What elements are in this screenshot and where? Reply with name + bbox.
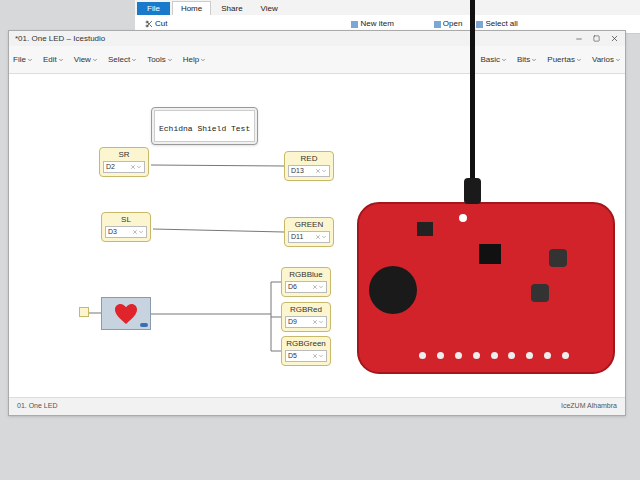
menu-item[interactable]: Edit <box>43 54 64 66</box>
board-photo <box>357 202 615 374</box>
dropdown-icon <box>92 57 98 63</box>
dropdown-icon <box>131 57 137 63</box>
dropdown-icon[interactable] <box>318 319 324 325</box>
dropdown-icon[interactable] <box>321 234 327 240</box>
pin-value: D5 <box>288 351 297 361</box>
dropdown-icon[interactable] <box>136 164 142 170</box>
window-title: *01. One LED – Icestudio <box>15 33 105 45</box>
usb-plug <box>464 178 481 204</box>
explorer-ribbon: FileHomeShareView Cut New item Open Select a… <box>135 0 640 34</box>
pin-select[interactable]: D13 <box>288 165 330 177</box>
clear-icon[interactable] <box>312 319 318 325</box>
pin-label: SL <box>121 215 131 225</box>
pin-value: D11 <box>291 232 303 242</box>
design-canvas[interactable]: Echidna Shield Test SRD2 SL D3 RED D13 GREEN D1… <box>9 74 625 397</box>
block-menu-item[interactable]: Bits <box>517 54 537 66</box>
dropdown-icon <box>167 57 173 63</box>
status-left: 01. One LED <box>17 401 57 412</box>
pin-value: D13 <box>291 166 304 176</box>
pin-label: RGBBlue <box>289 270 322 280</box>
menu-item[interactable]: View <box>74 54 98 66</box>
clear-icon[interactable] <box>315 234 321 240</box>
clear-icon[interactable] <box>315 168 321 174</box>
menu-item[interactable]: Tools <box>147 54 173 66</box>
menu-item[interactable]: File <box>13 54 33 66</box>
pin-value: D6 <box>288 282 297 292</box>
input-pin[interactable]: SRD2 <box>99 147 149 177</box>
dropdown-icon <box>615 57 621 63</box>
output-pin[interactable]: RGBBlue D6 <box>281 267 331 297</box>
dropdown-icon[interactable] <box>318 284 324 290</box>
dropdown-icon[interactable] <box>138 229 144 235</box>
menu-bar: File Edit View Select Tools Help Basic Bits Puer… <box>9 46 625 74</box>
pin-select[interactable]: D11 <box>288 231 330 243</box>
screen: FileHomeShareViewCutNew itemOpenSelect a… <box>0 0 640 480</box>
dropdown-icon <box>501 57 507 63</box>
comment-block[interactable]: Echidna Shield Test <box>151 107 258 145</box>
block-menu-item[interactable]: Puertas <box>547 54 582 66</box>
input-wire <box>89 311 101 315</box>
ribbon-command[interactable]: Cut <box>145 18 167 30</box>
output-pin[interactable]: RED D13 <box>284 151 334 181</box>
status-right: IceZUM Alhambra <box>561 401 617 412</box>
pin-label: RGBGreen <box>286 339 326 349</box>
block-menu-item[interactable]: Basic <box>480 54 507 66</box>
cut-icon <box>145 20 153 28</box>
close-icon[interactable] <box>610 34 619 43</box>
pin-value: D3 <box>108 227 117 237</box>
clear-icon[interactable] <box>312 284 318 290</box>
pin-label: RGBRed <box>290 305 322 315</box>
pin-label: RED <box>301 154 318 164</box>
pin-select[interactable]: D3 <box>105 226 147 238</box>
command-icon <box>476 21 483 28</box>
dropdown-icon <box>58 57 64 63</box>
pin-select[interactable]: D2 <box>103 161 145 173</box>
ribbon-tab[interactable]: Share <box>213 2 250 15</box>
pin-label: GREEN <box>295 220 323 230</box>
input-pin[interactable]: SL D3 <box>101 212 151 242</box>
output-pin[interactable]: RGBGreen D5 <box>281 336 331 366</box>
output-pin[interactable]: GREEN D11 <box>284 217 334 247</box>
pin-value: D9 <box>288 317 297 327</box>
usb-cable <box>470 0 475 190</box>
block-tag-icon <box>140 323 148 327</box>
pin-value: D2 <box>106 162 115 172</box>
block-menu-item[interactable]: Varios <box>592 54 621 66</box>
clear-icon[interactable] <box>132 229 138 235</box>
ribbon-tabs: FileHomeShareView <box>135 0 640 15</box>
ribbon-tab[interactable]: File <box>137 2 170 15</box>
maximize-icon[interactable] <box>593 35 600 42</box>
menu-item[interactable]: Select <box>108 54 137 66</box>
ribbon-command[interactable]: Select all <box>476 18 517 30</box>
ribbon-tab[interactable]: View <box>253 2 286 15</box>
minimize-icon[interactable] <box>575 35 583 43</box>
ribbon-command[interactable]: Open <box>434 18 463 30</box>
pin-select[interactable]: D5 <box>285 350 327 362</box>
pin-label: SR <box>118 150 129 160</box>
pin-select[interactable]: D9 <box>285 316 327 328</box>
clear-icon[interactable] <box>312 353 318 359</box>
dropdown-icon <box>27 57 33 63</box>
menu-item[interactable]: Help <box>183 54 206 66</box>
dropdown-icon <box>531 57 537 63</box>
ribbon-command[interactable]: New item <box>351 18 393 30</box>
dropdown-icon[interactable] <box>318 353 324 359</box>
output-pin[interactable]: RGBRed D9 <box>281 302 331 332</box>
heart-block[interactable] <box>101 297 151 330</box>
dropdown-icon <box>200 57 206 63</box>
comment-text: Echidna Shield Test <box>159 124 250 133</box>
heart-icon <box>113 303 139 325</box>
constant-input[interactable] <box>79 307 89 317</box>
title-bar: *01. One LED – Icestudio <box>9 31 625 46</box>
status-bar: 01. One LED IceZUM Alhambra <box>9 397 625 415</box>
icestudio-window: *01. One LED – Icestudio File Edit View Sele… <box>8 30 626 416</box>
command-icon <box>434 21 441 28</box>
dropdown-icon <box>576 57 582 63</box>
dropdown-icon[interactable] <box>321 168 327 174</box>
clear-icon[interactable] <box>130 164 136 170</box>
pin-select[interactable]: D6 <box>285 281 327 293</box>
ribbon-tab[interactable]: Home <box>172 1 211 15</box>
command-icon <box>351 21 358 28</box>
